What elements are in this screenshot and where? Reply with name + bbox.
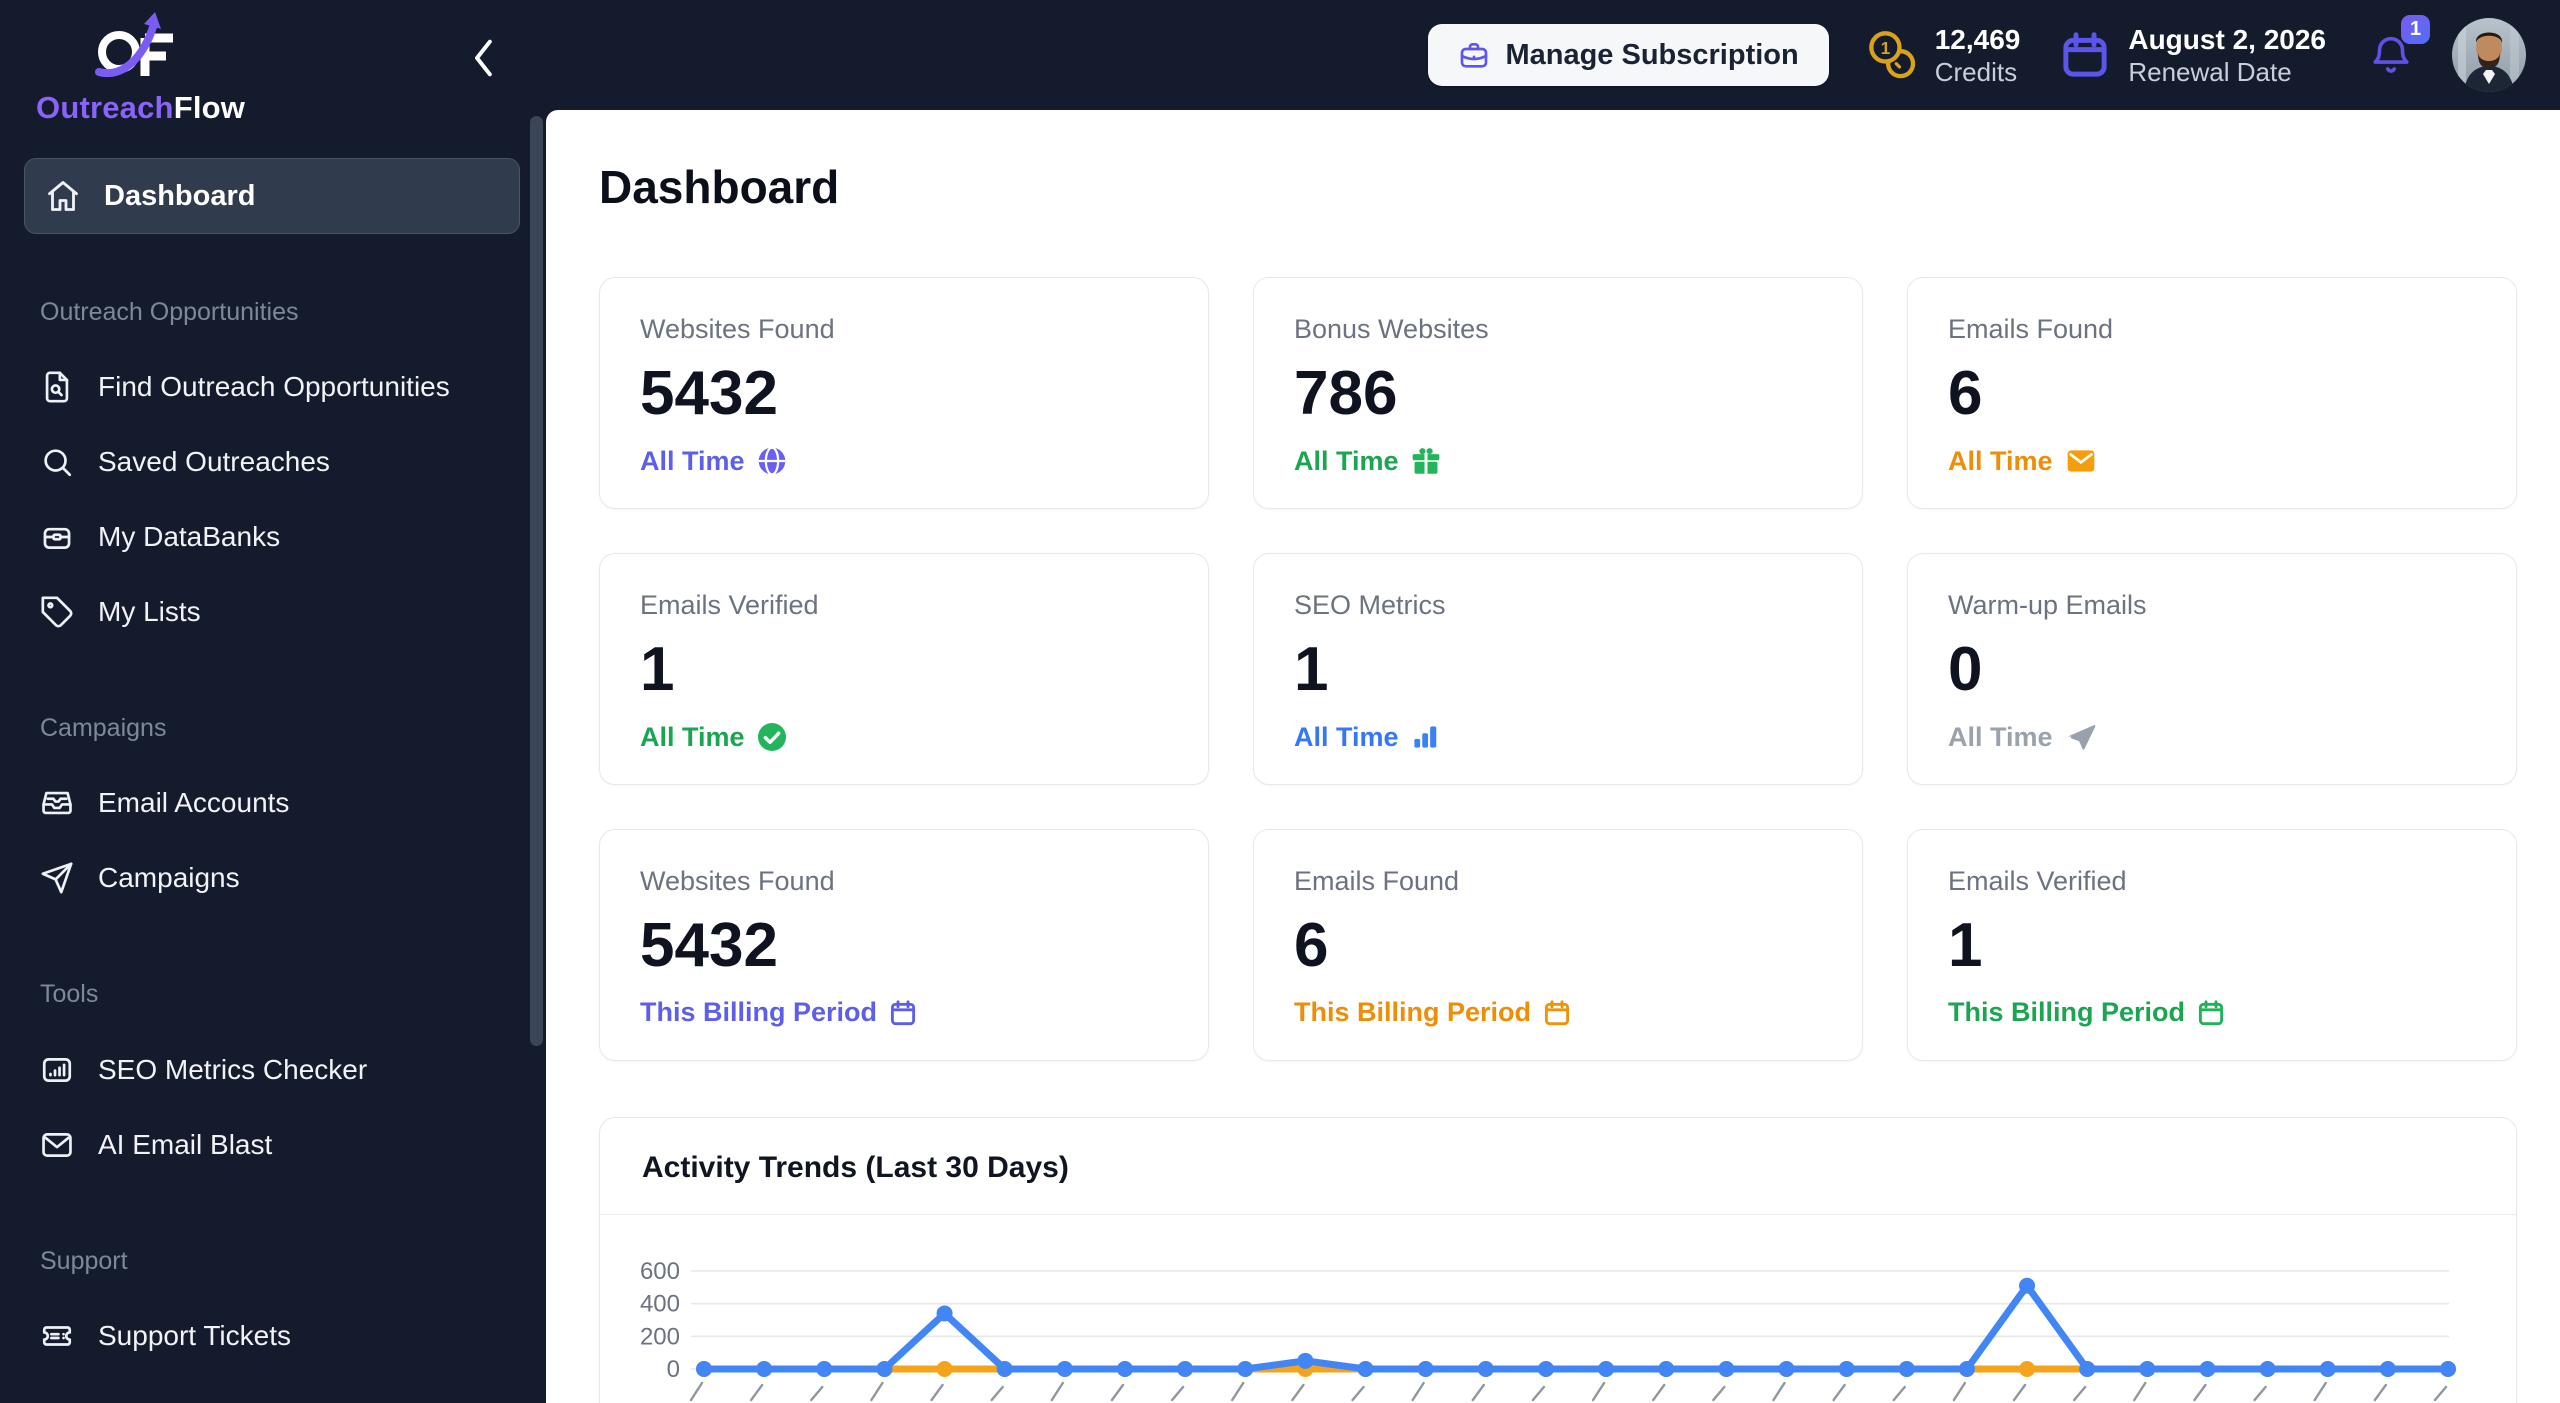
sidebar-item-label: Campaigns [98,862,240,893]
sidebar-item-label: Find Outreach Opportunities [98,371,450,402]
chart-svg: 0 200 400 600 [640,1258,2456,1402]
file-search-icon [40,370,74,404]
logo-monogram-icon [95,12,173,78]
stat-card-bonus-websites-all-time: Bonus Websites 786 All Time [1253,277,1863,509]
renewal-date-value: August 2, 2026 [2128,23,2326,55]
notifications-button[interactable]: 1 [2368,15,2430,79]
svg-text:0: 0 [667,1356,680,1383]
send-filled-icon [2064,721,2098,753]
sidebar-item-seo-metrics-checker[interactable]: SEO Metrics Checker [24,1041,520,1099]
gift-icon [1410,445,1442,477]
notification-count-badge: 1 [2401,15,2430,44]
logo-wordmark: OutreachFlow [36,90,246,125]
stat-card-seo-metrics-all-time: SEO Metrics 1 All Time [1253,553,1863,785]
stat-card-websites-found-billing: Websites Found 5432 This Billing Period [599,829,1209,1061]
calendar-icon [888,998,918,1028]
section-header-tools: Tools [40,980,99,1008]
activity-trends-chart: 0 200 400 600 [600,1215,2516,1403]
main-content: Dashboard Websites Found 5432 All Time B… [546,110,2560,1403]
stat-card-emails-found-billing: Emails Found 6 This Billing Period [1253,829,1863,1061]
briefcase-icon [1458,39,1490,71]
sidebar-item-campaigns[interactable]: Campaigns [24,849,520,907]
app-logo[interactable]: OutreachFlow [36,10,246,126]
stat-card-emails-verified-all-time: Emails Verified 1 All Time [599,553,1209,785]
sidebar-item-label: SEO Metrics Checker [98,1054,368,1085]
mail-icon [40,1128,74,1162]
sidebar-item-label: Saved Outreaches [98,446,330,477]
svg-text:200: 200 [640,1323,680,1350]
search-icon [40,445,74,479]
stat-card-websites-found-all-time: Websites Found 5432 All Time [599,277,1209,509]
sidebar-item-label: Dashboard [104,179,256,212]
sidebar-item-saved-outreaches[interactable]: Saved Outreaches [24,433,520,491]
sidebar-item-label: My Lists [98,596,201,627]
credits-label: Credits [1934,56,2018,87]
renewal-info: August 2, 2026 Renewal Date [2058,23,2326,88]
section-header-support: Support [40,1247,128,1275]
svg-text:600: 600 [640,1258,680,1285]
sidebar-collapse-button[interactable] [462,36,506,80]
tag-icon [40,595,74,629]
sidebar-item-my-databanks[interactable]: My DataBanks [24,508,520,566]
bar-chart-panel-icon [40,1053,74,1087]
avatar-photo [2452,18,2526,92]
section-header-campaigns: Campaigns [40,714,167,742]
stat-cards-grid: Websites Found 5432 All Time Bonus Websi… [599,277,2517,1061]
stat-card-emails-found-all-time: Emails Found 6 All Time [1907,277,2517,509]
sidebar-item-my-lists[interactable]: My Lists [24,583,520,641]
mail-filled-icon [2064,445,2098,477]
manage-subscription-button[interactable]: Manage Subscription [1428,24,1829,86]
sidebar-item-support-tickets[interactable]: Support Tickets [24,1307,520,1365]
renewal-date-label: Renewal Date [2128,56,2292,87]
credits-value: 12,469 [1934,23,2021,55]
sidebar-item-dashboard[interactable]: Dashboard [24,158,520,234]
user-avatar[interactable] [2452,18,2526,92]
topbar: OutreachFlow Manage Subscription 1 12,46… [0,0,2560,125]
page-title: Dashboard [599,161,840,213]
calendar-icon [2196,998,2226,1028]
sidebar-item-email-accounts[interactable]: Email Accounts [24,774,520,832]
sidebar-item-ai-email-blast[interactable]: AI Email Blast [24,1116,520,1174]
sidebar-scrollbar-thumb[interactable] [530,116,543,1046]
bar-chart-icon [1410,721,1440,753]
stat-card-emails-verified-billing: Emails Verified 1 This Billing Period [1907,829,2517,1061]
svg-text:1: 1 [1880,38,1890,58]
sidebar-item-find-outreach-opportunities[interactable]: Find Outreach Opportunities [24,358,520,416]
chart-title: Activity Trends (Last 30 Days) [642,1151,1069,1184]
calendar-icon [2058,28,2112,82]
sidebar-item-label: AI Email Blast [98,1129,273,1160]
sidebar-item-label: Email Accounts [98,787,290,818]
inbox-stack-icon [40,786,74,820]
home-icon [45,178,81,214]
section-header-outreach-opportunities: Outreach Opportunities [40,298,299,326]
check-circle-icon [756,721,788,753]
ticket-icon [40,1319,74,1353]
coins-icon: 1 [1867,29,1919,81]
credits-info: 1 12,469 Credits [1867,23,2021,88]
sidebar: Dashboard Outreach Opportunities Find Ou… [0,0,546,1403]
send-icon [40,861,74,895]
globe-icon [756,445,788,477]
activity-trends-card: Activity Trends (Last 30 Days) 0 200 400 60… [599,1117,2517,1403]
chevron-left-icon [475,39,492,77]
svg-text:400: 400 [640,1291,680,1318]
sidebar-item-label: My DataBanks [98,521,281,552]
databank-icon [40,520,74,554]
stat-card-warmup-emails-all-time: Warm-up Emails 0 All Time [1907,553,2517,785]
calendar-icon [1542,998,1572,1028]
sidebar-item-label: Support Tickets [98,1320,291,1351]
